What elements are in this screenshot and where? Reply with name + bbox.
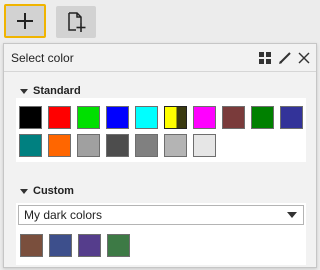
custom-color-swatch[interactable] bbox=[78, 234, 101, 257]
standard-label: Standard bbox=[33, 85, 81, 97]
color-swatch[interactable] bbox=[280, 106, 303, 129]
color-swatch[interactable] bbox=[193, 106, 216, 129]
add-button[interactable] bbox=[4, 4, 46, 38]
color-swatch[interactable] bbox=[48, 134, 71, 157]
grid-icon[interactable] bbox=[257, 50, 273, 66]
chevron-down-icon bbox=[287, 212, 297, 218]
custom-color-swatch[interactable] bbox=[20, 234, 43, 257]
dropdown-value: My dark colors bbox=[24, 208, 103, 222]
custom-swatches: My dark colors bbox=[16, 203, 306, 265]
color-swatch[interactable] bbox=[106, 106, 129, 129]
plus-icon bbox=[17, 13, 33, 29]
panel-header: Select color bbox=[4, 44, 316, 72]
color-swatch[interactable] bbox=[164, 134, 187, 157]
pencil-icon[interactable] bbox=[277, 50, 293, 66]
color-swatch[interactable] bbox=[106, 134, 129, 157]
custom-palette-dropdown[interactable]: My dark colors bbox=[18, 205, 304, 225]
color-swatch[interactable] bbox=[251, 106, 274, 129]
color-swatch[interactable] bbox=[222, 106, 245, 129]
custom-color-swatch[interactable] bbox=[49, 234, 72, 257]
close-icon[interactable] bbox=[296, 50, 312, 66]
color-swatch[interactable] bbox=[48, 106, 71, 129]
standard-swatches bbox=[16, 98, 306, 162]
color-swatch[interactable] bbox=[19, 134, 42, 157]
color-swatch[interactable] bbox=[164, 106, 187, 129]
toolbar bbox=[0, 0, 318, 42]
chevron-down-icon bbox=[20, 188, 28, 194]
color-swatch[interactable] bbox=[77, 106, 100, 129]
custom-color-swatch[interactable] bbox=[107, 234, 130, 257]
color-swatch[interactable] bbox=[135, 134, 158, 157]
color-swatch[interactable] bbox=[193, 134, 216, 157]
new-page-button[interactable] bbox=[56, 6, 96, 38]
custom-section-toggle[interactable]: Custom bbox=[20, 185, 74, 197]
color-swatch[interactable] bbox=[77, 134, 100, 157]
custom-label: Custom bbox=[33, 185, 74, 197]
page-add-icon bbox=[68, 12, 86, 32]
panel-title: Select color bbox=[11, 51, 74, 65]
standard-section-toggle[interactable]: Standard bbox=[20, 85, 81, 97]
select-color-panel: Select color Standard Custom My dark col… bbox=[3, 43, 317, 268]
color-swatch[interactable] bbox=[19, 106, 42, 129]
color-swatch[interactable] bbox=[135, 106, 158, 129]
chevron-down-icon bbox=[20, 88, 28, 94]
